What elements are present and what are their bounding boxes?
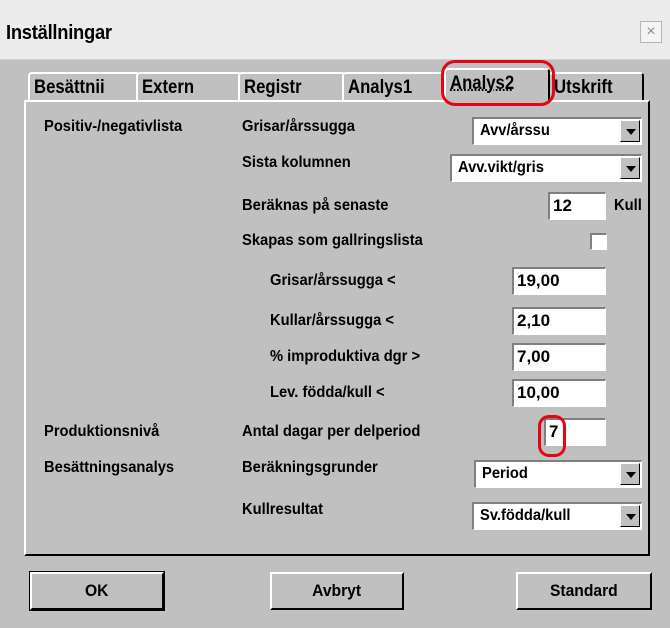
label-grisar-arssugga: Grisar/årssugga	[242, 118, 355, 135]
cancel-button[interactable]: Avbryt	[270, 572, 404, 610]
chevron-down-icon[interactable]	[620, 120, 640, 142]
tab-utskrift[interactable]: Utskrift	[548, 72, 644, 102]
chevron-down-icon[interactable]	[620, 463, 640, 485]
standard-button[interactable]: Standard	[516, 572, 652, 610]
input-grisar-arssugga-lt[interactable]: 19,00	[512, 267, 606, 295]
chevron-down-icon[interactable]	[620, 157, 640, 179]
label-berakningsgrunder: Beräkningsgrunder	[242, 459, 378, 476]
highlight-antal-dagar	[538, 415, 566, 457]
chevron-down-icon[interactable]	[620, 505, 640, 527]
label-skapas-som-gallringslista: Skapas som gallringslista	[242, 232, 423, 249]
unit-kull: Kull	[614, 197, 642, 214]
input-improduktiva-dgr[interactable]: 7,00	[512, 343, 606, 371]
tab-registr[interactable]: Registr	[238, 72, 346, 102]
select-kullresultat[interactable]: Sv.födda/kull	[472, 502, 642, 530]
input-beraknas-pa-senaste[interactable]: 12	[548, 192, 606, 220]
tab-besattning[interactable]: Besättnii	[28, 72, 140, 102]
label-antal-dagar-per-delperiod: Antal dagar per delperiod	[242, 423, 421, 440]
highlight-active-tab	[441, 60, 555, 106]
window-title: Inställningar	[6, 22, 112, 44]
title-bar: Inställningar ×	[0, 0, 670, 60]
label-improduktiva-dgr: % improduktiva dgr >	[270, 348, 421, 365]
section-besattningsanalys: Besättningsanalys	[44, 459, 175, 476]
tab-analys1[interactable]: Analys1	[342, 72, 448, 102]
select-sista-kolumnen[interactable]: Avv.vikt/gris	[450, 154, 642, 182]
select-berakningsgrunder[interactable]: Period	[474, 460, 642, 488]
close-icon[interactable]: ×	[640, 21, 662, 43]
section-produktionsniva: Produktionsnivå	[44, 423, 160, 440]
label-sista-kolumnen: Sista kolumnen	[242, 154, 351, 171]
select-grisar-arssugga[interactable]: Avv/årssu	[472, 117, 642, 145]
ok-button[interactable]: OK	[29, 571, 165, 611]
label-beraknas-pa-senaste: Beräknas på senaste	[242, 197, 389, 214]
label-lev-fodda-kull: Lev. födda/kull <	[270, 384, 385, 401]
label-kullar-arssugga-lt: Kullar/årssugga <	[270, 312, 394, 329]
tab-extern[interactable]: Extern	[136, 72, 242, 102]
label-grisar-arssugga-lt: Grisar/årssugga <	[270, 272, 396, 289]
label-kullresultat: Kullresultat	[242, 501, 323, 518]
input-lev-fodda-kull[interactable]: 10,00	[512, 379, 606, 407]
input-kullar-arssugga-lt[interactable]: 2,10	[512, 307, 606, 335]
section-positiv-negativlista: Positiv-/negativlista	[44, 118, 183, 135]
checkbox-skapas-som-gallringslista[interactable]	[590, 233, 607, 250]
